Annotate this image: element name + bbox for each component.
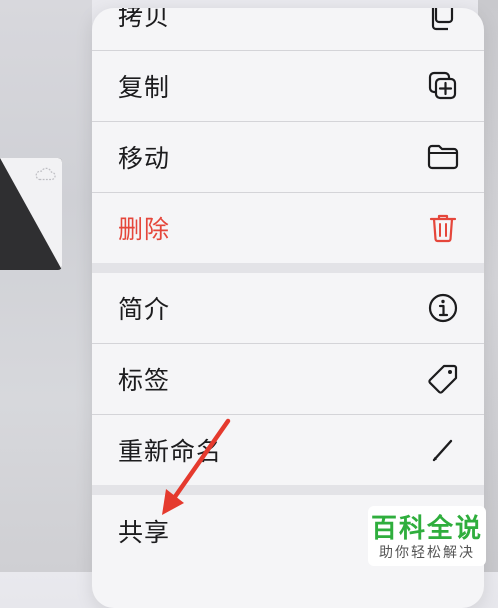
- folder-icon: [426, 140, 460, 174]
- menu-item-label: 删除: [118, 215, 171, 244]
- menu-item-copy[interactable]: 拷贝: [92, 8, 484, 50]
- menu-item-duplicate[interactable]: 复制: [92, 51, 484, 121]
- menu-item-label: 标签: [118, 366, 171, 395]
- copy-icon: [426, 8, 460, 32]
- background-left: [0, 0, 92, 572]
- cloud-icon: [34, 166, 56, 182]
- info-icon: [426, 291, 460, 325]
- menu-item-delete[interactable]: 删除: [92, 193, 484, 263]
- menu-item-info[interactable]: 简介: [92, 273, 484, 343]
- pencil-icon: [426, 433, 460, 467]
- menu-item-label: 复制: [118, 73, 171, 102]
- watermark-title: 百科全说: [370, 514, 483, 544]
- menu-item-label: 移动: [118, 144, 171, 173]
- trash-icon: [426, 211, 460, 245]
- menu-item-tags[interactable]: 标签: [92, 344, 484, 414]
- duplicate-icon: [426, 69, 460, 103]
- watermark: 百科全说 助你轻松解决: [368, 506, 486, 566]
- menu-item-move[interactable]: 移动: [92, 122, 484, 192]
- annotation-arrow: [162, 418, 231, 515]
- file-thumbnail[interactable]: [0, 158, 62, 270]
- tag-icon: [426, 362, 460, 396]
- menu-item-label: 拷贝: [118, 8, 171, 31]
- menu-group-gap: [92, 263, 484, 273]
- watermark-subtitle: 助你轻松解决: [379, 545, 475, 561]
- menu-item-label: 简介: [118, 295, 171, 324]
